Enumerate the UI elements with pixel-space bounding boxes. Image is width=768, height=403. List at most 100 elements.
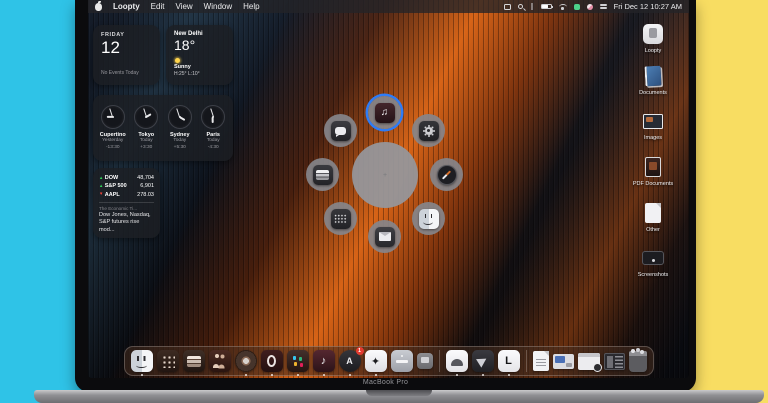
- safari-compass-icon: [437, 165, 457, 185]
- pdf-stack-icon: [645, 157, 661, 177]
- contacts-icon[interactable]: [209, 350, 231, 372]
- lid-notch: [366, 390, 432, 396]
- hub-plus-icon: +: [383, 172, 387, 179]
- weather-high-low: H:25° L:10°: [174, 71, 225, 77]
- stacks-icon: [313, 165, 333, 185]
- dock: ♪ A1 ✦ L: [124, 346, 654, 376]
- messages-icon: [331, 121, 351, 141]
- world-clock-widget[interactable]: Cupertino Yesterday -13:30 Tokyo Today +…: [93, 95, 233, 161]
- control-center-icon[interactable]: [600, 3, 607, 10]
- settings-gear-icon: [419, 121, 439, 141]
- desk-scene: Loopty Edit View Window Help Fri Dec 12 …: [0, 0, 768, 403]
- menu-edit[interactable]: Edit: [151, 2, 165, 11]
- sparkle-app-icon[interactable]: ✦: [365, 350, 387, 372]
- menu-bar: Loopty Edit View Window Help Fri Dec 12 …: [88, 0, 689, 13]
- wifi-icon[interactable]: [559, 4, 567, 10]
- document-file-icon[interactable]: [533, 351, 549, 371]
- finder-icon[interactable]: [131, 350, 153, 372]
- telegram-icon[interactable]: [472, 350, 494, 372]
- macos-desktop: Loopty Edit View Window Help Fri Dec 12 …: [88, 0, 689, 378]
- divider: [99, 202, 154, 203]
- plus-app-icon[interactable]: [391, 350, 413, 372]
- window-thumb-icon[interactable]: [604, 353, 625, 370]
- spotlight-icon[interactable]: [518, 4, 523, 9]
- screenshots-stack-icon: [642, 251, 664, 265]
- window-thumb-icon[interactable]: [578, 353, 600, 370]
- macbook-pro-label: MacBook Pro: [75, 379, 696, 386]
- analog-clock-face: [101, 105, 125, 129]
- stack-loopty[interactable]: Loopty: [625, 22, 681, 54]
- menu-window[interactable]: Window: [204, 2, 232, 11]
- radial-item-music[interactable]: ♫: [368, 96, 401, 129]
- radial-item-keypad[interactable]: [324, 202, 357, 235]
- stock-row-dow: ▲ DOW 48,704: [99, 174, 154, 182]
- stock-row-sp500: ▲ S&P 500 6,901: [99, 182, 154, 190]
- stats-green-icon[interactable]: [574, 4, 580, 10]
- keypad-icon: [331, 209, 351, 229]
- bluetooth-icon[interactable]: [530, 3, 534, 10]
- radial-item-finder[interactable]: [412, 202, 445, 235]
- weather-temperature: 18°: [174, 37, 225, 55]
- stack-screenshots[interactable]: Screenshots: [625, 246, 681, 278]
- stack-documents[interactable]: Documents: [625, 64, 681, 96]
- stock-row-aapl: ▼ AAPL 278.03: [99, 191, 154, 199]
- menu-app-name[interactable]: Loopty: [113, 2, 140, 11]
- radial-item-safari[interactable]: [430, 158, 463, 191]
- apple-menu-icon[interactable]: [95, 3, 102, 11]
- app-pink-icon[interactable]: [587, 4, 593, 10]
- stocks-widget[interactable]: ▲ DOW 48,704 ▲ S&P 500 6,901 ▼ AAPL 278.…: [93, 168, 160, 238]
- menu-help[interactable]: Help: [243, 2, 259, 11]
- stacks-icon[interactable]: [183, 350, 205, 372]
- weather-condition: Sunny: [174, 64, 225, 70]
- stock-news-source: The Economic Ti...: [99, 206, 154, 211]
- radial-item-mail[interactable]: [368, 220, 401, 253]
- loopty-app-icon[interactable]: L: [498, 350, 520, 372]
- loopty-app-icon: [643, 24, 663, 44]
- clock-cupertino: Cupertino Yesterday -13:30: [97, 105, 129, 150]
- calendar-status: No Events Today: [101, 70, 139, 76]
- documents-stack-icon: [644, 66, 661, 87]
- analog-clock-face: [134, 105, 158, 129]
- music-icon: ♫: [375, 103, 395, 123]
- up-arrow-icon: ▲: [99, 183, 103, 189]
- dock-divider: [526, 350, 527, 372]
- menu-clock[interactable]: Fri Dec 12 10:27 AM: [614, 2, 682, 11]
- notification-badge: 1: [356, 347, 364, 355]
- weather-widget[interactable]: New Delhi 18° Sunny H:25° L:10°: [166, 25, 233, 85]
- finder-icon: [419, 209, 439, 229]
- calendar-widget[interactable]: FRIDAY 12 No Events Today: [93, 25, 160, 85]
- images-stack-icon: [643, 114, 663, 129]
- menu-view[interactable]: View: [175, 2, 192, 11]
- sun-icon: [175, 58, 180, 63]
- macbook-base: [34, 390, 764, 403]
- mini-app-icon[interactable]: [417, 353, 433, 369]
- dome-app-icon[interactable]: [446, 350, 468, 372]
- macbook-pro: Loopty Edit View Window Help Fri Dec 12 …: [75, 0, 696, 392]
- slack-icon[interactable]: [287, 350, 309, 372]
- dock-divider: [439, 350, 440, 372]
- down-arrow-icon: ▼: [99, 191, 103, 197]
- app-store-icon[interactable]: A1: [339, 350, 361, 372]
- clock-paris: Paris Today -4:30: [197, 105, 229, 150]
- up-arrow-icon: ▲: [99, 175, 103, 181]
- opera-icon[interactable]: [261, 350, 283, 372]
- clock-tokyo: Tokyo Today +3:30: [130, 105, 162, 150]
- radial-menu-hub[interactable]: +: [352, 142, 418, 208]
- trash-icon[interactable]: [629, 351, 647, 372]
- radial-item-stacks[interactable]: [306, 158, 339, 191]
- radial-item-messages[interactable]: [324, 114, 357, 147]
- calendar-day: 12: [101, 38, 152, 58]
- window-thumb-icon[interactable]: [553, 354, 574, 369]
- music-icon[interactable]: ♪: [313, 350, 335, 372]
- loopty-menubar-icon[interactable]: [504, 4, 511, 10]
- stack-images[interactable]: Images: [625, 109, 681, 141]
- chrome-icon[interactable]: [235, 350, 257, 372]
- stack-pdf-documents[interactable]: PDF Documents: [625, 155, 681, 187]
- mail-icon: [375, 227, 395, 247]
- stack-other[interactable]: Other: [625, 201, 681, 233]
- battery-icon[interactable]: [541, 4, 552, 10]
- launchpad-icon[interactable]: [157, 350, 179, 372]
- other-file-icon: [645, 203, 661, 223]
- radial-item-settings[interactable]: [412, 114, 445, 147]
- clock-sydney: Sydney Today +5:30: [164, 105, 196, 150]
